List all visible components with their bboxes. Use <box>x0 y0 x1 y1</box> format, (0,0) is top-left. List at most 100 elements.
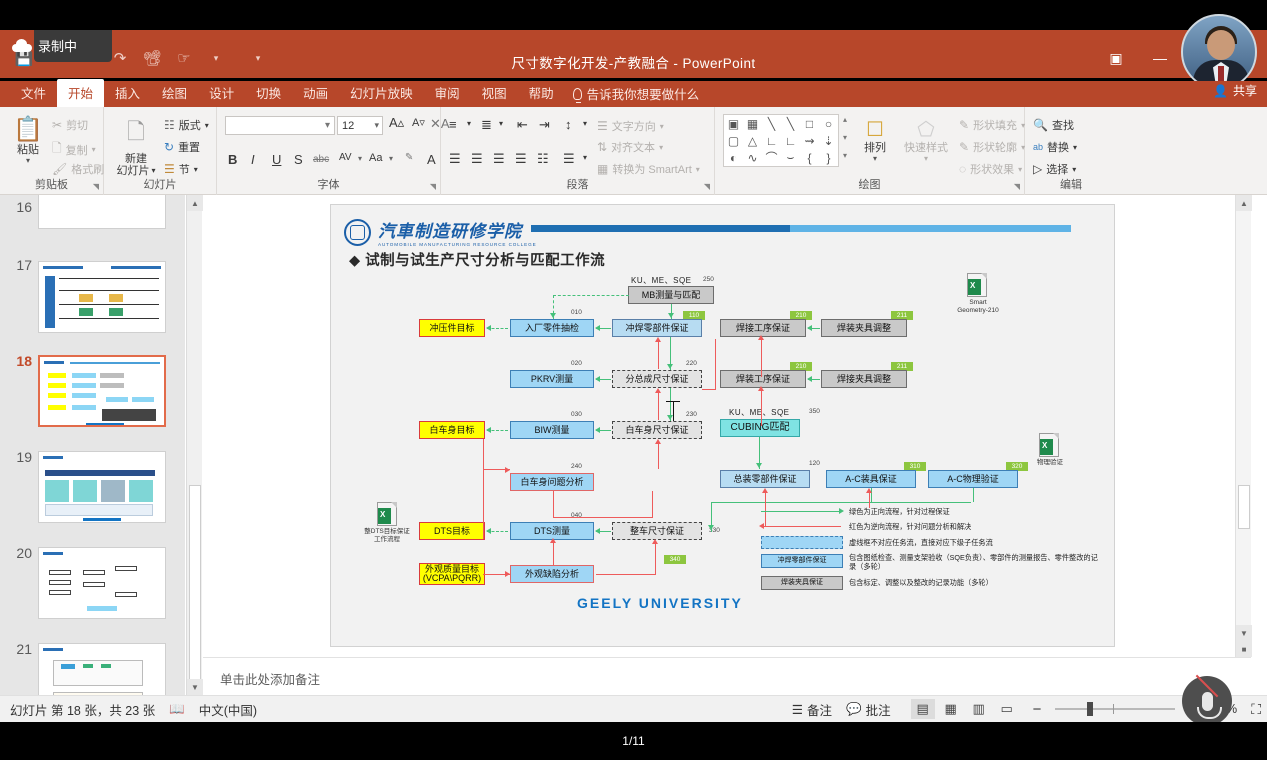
slide-next-icon[interactable]: ■ <box>1236 641 1252 657</box>
text-highlight-button[interactable]: ✎ <box>405 152 413 163</box>
reset-button[interactable]: ↻ 重置 <box>164 139 200 155</box>
tell-me-box[interactable]: 告诉我你想要做什么 <box>565 80 708 107</box>
section-button[interactable]: ☰ 节 ▾ <box>164 161 198 177</box>
slide-counter[interactable]: 幻灯片 第 18 张，共 23 张 <box>10 700 155 719</box>
node-cubing-match[interactable]: CUBING匹配 <box>720 419 800 437</box>
node-biw-measure[interactable]: BIW测量 <box>510 421 594 439</box>
shape-right-arrow-icon[interactable]: ⇝ <box>800 132 819 149</box>
shape-effects-button[interactable]: ◌ 形状效果 ▾ <box>959 161 1022 177</box>
slide-scroll-up-icon[interactable]: ▲ <box>1236 195 1252 211</box>
paragraph-dialog-launcher[interactable]: ◥ <box>704 182 710 191</box>
node-appearance-defect-analysis[interactable]: 外观缺陷分析 <box>510 565 594 583</box>
thumbnail-18[interactable] <box>38 355 166 427</box>
notes-button[interactable]: ☰ 备注 <box>792 700 832 719</box>
line-spacing-button[interactable]: ↕ <box>565 117 572 132</box>
node-pkrv-measure[interactable]: PKRV测量 <box>510 370 594 388</box>
character-spacing-dropdown-icon[interactable]: ▾ <box>358 154 362 163</box>
shape-arc-icon[interactable]: ⌒ <box>762 149 781 166</box>
normal-view-button[interactable]: ▤ <box>910 699 935 719</box>
node-biw-issue-analysis[interactable]: 白车身问题分析 <box>510 473 594 491</box>
smart-geometry-file-icon[interactable]: X <box>967 273 987 297</box>
tab-help[interactable]: 帮助 <box>518 79 565 107</box>
tab-file[interactable]: 文件 <box>10 79 57 107</box>
underline-button[interactable]: U <box>272 152 281 167</box>
physical-verify-file-icon[interactable]: X <box>1039 433 1059 457</box>
fit-to-window-button[interactable]: ⛶ <box>1251 701 1261 718</box>
cut-button[interactable]: ✂ 剪切 <box>52 117 88 133</box>
current-slide[interactable]: 汽車制造研修学院 AUTOMOBILE MANUFACTURING RESOUR… <box>331 205 1114 646</box>
layout-dropdown-icon[interactable]: ▾ <box>205 121 209 130</box>
tab-draw[interactable]: 绘图 <box>151 79 198 107</box>
zoom-slider[interactable] <box>1055 702 1176 716</box>
slide-scroll-thumb[interactable] <box>1238 485 1250 529</box>
justify-button[interactable]: ☰ <box>515 151 527 167</box>
numbering-dropdown-icon[interactable]: ▾ <box>499 119 503 128</box>
slide-thumbnail-pane[interactable]: 16 17 18 19 20 21 <box>0 195 185 695</box>
font-size-input[interactable]: 12 ▾ <box>337 116 383 135</box>
change-case-dropdown-icon[interactable]: ▾ <box>389 154 393 163</box>
dts-flow-file-icon[interactable]: X <box>377 502 397 526</box>
node-weld-fixture-adjust-2[interactable]: 焊接夹具调整 <box>821 370 907 388</box>
bullets-button[interactable]: ≡ <box>449 117 457 132</box>
node-dts-goal[interactable]: DTS目标 <box>419 522 485 540</box>
thumbnail-scrollbar[interactable]: ▲ ▼ <box>186 195 203 695</box>
thumbnail-scroll-down-icon[interactable]: ▼ <box>187 679 203 695</box>
shape-curve-icon[interactable]: ⌣ <box>781 149 800 166</box>
align-text-button[interactable]: ⇅ 对齐文本 ▾ <box>597 139 663 155</box>
shape-rectangle-icon[interactable]: □ <box>800 115 819 132</box>
text-shadow-button[interactable]: S <box>294 152 303 167</box>
shape-down-arrow-icon[interactable]: ⇣ <box>819 132 838 149</box>
shapes-more-icon[interactable]: ▾ <box>843 151 847 160</box>
tab-view[interactable]: 视图 <box>471 79 518 107</box>
shape-oval-icon[interactable]: ○ <box>819 115 838 132</box>
thumbnail-21[interactable] <box>38 643 166 695</box>
tab-review[interactable]: 审阅 <box>424 79 471 107</box>
thumbnail-16[interactable] <box>38 195 166 229</box>
shape-triangle-icon[interactable]: △ <box>743 132 762 149</box>
node-weld-part-assurance[interactable]: 冲焊零部件保证 <box>612 319 702 337</box>
bullets-dropdown-icon[interactable]: ▾ <box>467 119 471 128</box>
new-slide-button[interactable]: 🗋 新建 幻灯片 ▾ <box>112 115 160 177</box>
shape-elbow-connector-icon[interactable]: ∟ <box>762 132 781 149</box>
shape-line-icon[interactable]: ╲ <box>762 115 781 132</box>
select-button[interactable]: ▷ 选择 ▾ <box>1033 161 1076 177</box>
thumbnail-scroll-thumb[interactable] <box>189 485 201 685</box>
tab-slideshow[interactable]: 幻灯片放映 <box>339 79 424 107</box>
tab-transitions[interactable]: 切换 <box>245 79 292 107</box>
increase-font-size-button[interactable]: A▵ <box>389 115 404 131</box>
text-direction-button[interactable]: ☰ 文字方向 ▾ <box>597 118 664 134</box>
align-left-button[interactable]: ☰ <box>449 151 461 167</box>
format-painter-button[interactable]: 🖌 格式刷 <box>52 161 104 177</box>
shape-right-brace-icon[interactable]: } <box>819 149 838 166</box>
copy-dropdown-icon[interactable]: ▾ <box>92 145 96 154</box>
thumbnail-17[interactable] <box>38 261 166 333</box>
node-assembly-part-assurance[interactable]: 总装零部件保证 <box>720 470 810 488</box>
find-button[interactable]: 🔍 查找 <box>1033 117 1074 133</box>
language-label[interactable]: 中文(中国) <box>199 700 257 719</box>
tab-design[interactable]: 设计 <box>198 79 245 107</box>
shape-textbox-icon[interactable]: ▣ <box>724 115 743 132</box>
shape-vertical-textbox-icon[interactable]: ▦ <box>743 115 762 132</box>
section-dropdown-icon[interactable]: ▾ <box>194 165 198 174</box>
convert-to-smartart-button[interactable]: ▦ 转换为 SmartArt ▾ <box>597 161 700 177</box>
layout-button[interactable]: ☷ 版式 ▾ <box>164 117 209 133</box>
tab-home[interactable]: 开始 <box>57 79 105 107</box>
columns-button[interactable]: ☰ <box>563 151 575 167</box>
node-subassembly-dim-assurance[interactable]: 分总成尺寸保证 <box>612 370 702 388</box>
italic-button[interactable]: I <box>251 152 255 167</box>
arrange-button[interactable]: ☐ 排列 ▾ <box>855 117 895 163</box>
tab-animations[interactable]: 动画 <box>292 79 339 107</box>
node-appearance-quality-goal[interactable]: 外观质量目标 (VCPA\PQRR) <box>419 563 485 585</box>
presenter-video-bubble[interactable] <box>1181 14 1257 90</box>
ribbon-display-options-icon[interactable]: ▣ <box>1105 50 1127 67</box>
node-stamp-goal[interactable]: 冲压件目标 <box>419 319 485 337</box>
slideshow-view-button[interactable]: ▭ <box>995 699 1019 719</box>
clipboard-dialog-launcher[interactable]: ◥ <box>93 182 99 191</box>
font-color-button[interactable]: A <box>427 152 436 167</box>
thumbnail-19[interactable] <box>38 451 166 523</box>
shapes-gallery[interactable]: ▣ ▦ ╲ ╲ □ ○ ▢ △ ∟ ∟ ⇝ ⇣ ◐ ∿ ⌒ ⌣ { } <box>723 114 839 167</box>
notes-pane[interactable]: 单击此处添加备注 <box>203 657 1251 695</box>
node-vehicle-dim-assurance[interactable]: 整车尺寸保证 <box>612 522 702 540</box>
slide-scroll-down-icon[interactable]: ▼ <box>1236 625 1252 641</box>
quick-styles-dropdown-icon[interactable]: ▾ <box>924 154 928 163</box>
